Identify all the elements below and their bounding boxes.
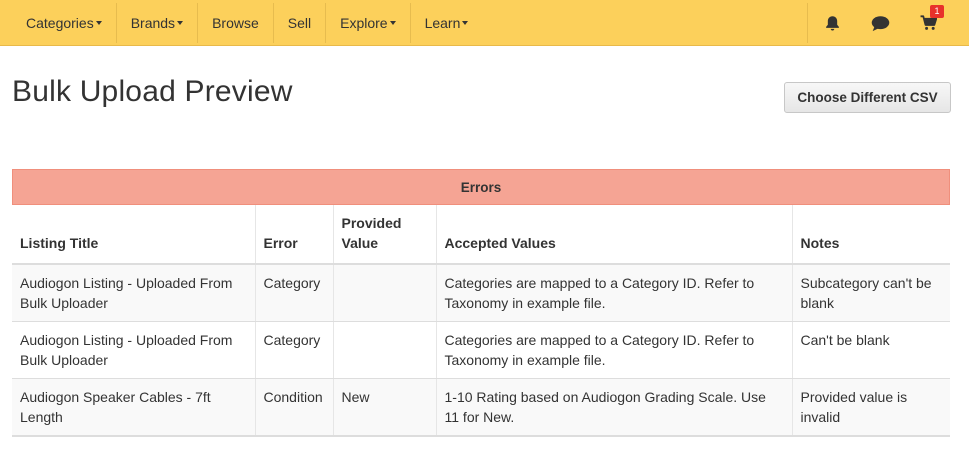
- chat-bubble-icon: [871, 15, 889, 31]
- column-header-error: Error: [254, 205, 333, 265]
- page-title: Bulk Upload Preview: [12, 75, 293, 108]
- caret-down-icon: [95, 21, 102, 25]
- cell-listing-title: Audiogon Listing - Uploaded From Bulk Up…: [12, 321, 255, 379]
- cell-error: Category: [254, 321, 333, 379]
- cell-listing-title: Audiogon Listing - Uploaded From Bulk Up…: [12, 264, 255, 322]
- nav-item-sell[interactable]: Sell: [274, 3, 327, 43]
- table-row: Audiogon Speaker Cables - 7ft Length Con…: [12, 378, 950, 437]
- nav-item-categories[interactable]: Categories: [12, 3, 117, 43]
- nav-item-label: Sell: [287, 15, 312, 31]
- cell-listing-title: Audiogon Speaker Cables - 7ft Length: [12, 378, 255, 437]
- nav-item-learn[interactable]: Learn: [411, 3, 483, 43]
- cell-error: Category: [254, 264, 333, 322]
- column-header-notes: Notes: [791, 205, 950, 265]
- nav-menu: Categories Brands Browse Sell Explore Le…: [12, 3, 482, 43]
- cell-notes: Provided value is invalid: [791, 378, 950, 437]
- cell-notes: Subcategory can't be blank: [791, 264, 950, 322]
- cell-accepted-values: Categories are mapped to a Category ID. …: [435, 321, 792, 379]
- errors-section-header: Errors: [12, 169, 950, 205]
- nav-item-label: Categories: [26, 15, 94, 31]
- column-header-accepted-values: Accepted Values: [435, 205, 792, 265]
- nav-item-label: Explore: [340, 15, 388, 31]
- nav-item-label: Brands: [130, 15, 176, 31]
- cart-button[interactable]: 1: [904, 3, 952, 43]
- nav-item-label: Browse: [212, 15, 259, 31]
- nav-item-browse[interactable]: Browse: [198, 3, 274, 43]
- cell-notes: Can't be blank: [791, 321, 950, 379]
- caret-down-icon: [462, 21, 469, 25]
- errors-title: Errors: [460, 179, 502, 195]
- bell-icon: [825, 15, 839, 31]
- notifications-button[interactable]: [808, 3, 856, 43]
- column-header-provided-value: Provided Value: [332, 205, 436, 265]
- column-header-listing-title: Listing Title: [12, 205, 255, 265]
- cart-count-badge: 1: [930, 5, 944, 18]
- top-navbar: Categories Brands Browse Sell Explore Le…: [0, 0, 969, 46]
- caret-down-icon: [177, 21, 184, 25]
- choose-different-csv-button[interactable]: Choose Different CSV: [784, 82, 951, 113]
- nav-item-label: Learn: [424, 15, 461, 31]
- table-row: Audiogon Listing - Uploaded From Bulk Up…: [12, 264, 950, 322]
- cell-error: Condition: [254, 378, 333, 437]
- nav-icons: 1: [807, 3, 952, 43]
- nav-item-brands[interactable]: Brands: [117, 3, 199, 43]
- cell-provided-value: [332, 321, 436, 379]
- caret-down-icon: [389, 21, 396, 25]
- cell-accepted-values: Categories are mapped to a Category ID. …: [435, 264, 792, 322]
- table-header-row: Listing Title Error Provided Value Accep…: [12, 205, 950, 265]
- errors-table: Listing Title Error Provided Value Accep…: [12, 205, 950, 437]
- table-row: Audiogon Listing - Uploaded From Bulk Up…: [12, 321, 950, 379]
- messages-button[interactable]: [856, 3, 904, 43]
- nav-item-explore[interactable]: Explore: [326, 3, 411, 43]
- cell-provided-value: [332, 264, 436, 322]
- cell-accepted-values: 1-10 Rating based on Audiogon Grading Sc…: [435, 378, 792, 437]
- cell-provided-value: New: [332, 378, 436, 437]
